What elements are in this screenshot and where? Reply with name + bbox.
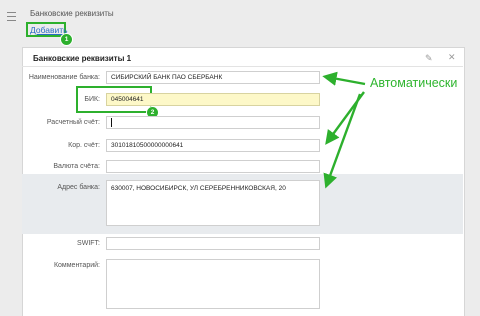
currency-field[interactable] bbox=[106, 160, 320, 173]
bik-label: БИК: bbox=[84, 96, 100, 103]
swift-field[interactable] bbox=[106, 237, 320, 250]
account-label: Расчетный счёт: bbox=[46, 119, 100, 126]
auto-fill-callout: Автоматически bbox=[370, 76, 458, 90]
pencil-icon[interactable]: ✎ bbox=[425, 53, 433, 64]
card-title: Банковские реквизиты 1 bbox=[33, 54, 132, 63]
bank-name-field[interactable]: СИБИРСКИЙ БАНК ПАО СБЕРБАНК bbox=[106, 71, 320, 84]
close-icon[interactable]: ✕ bbox=[448, 52, 456, 63]
corr-account-label: Кор. счёт: bbox=[68, 142, 100, 149]
hamburger-icon[interactable] bbox=[7, 12, 16, 21]
bank-address-field[interactable]: 630007, НОВОСИБИРСК, УЛ СЕРЕБРЕННИКОВСКА… bbox=[106, 180, 320, 226]
bik-field[interactable]: 045004641 bbox=[106, 93, 320, 106]
bank-name-label: Наименование банка: bbox=[28, 74, 100, 81]
bank-address-label: Адрес банка: bbox=[57, 184, 100, 191]
section-title: Банковские реквизиты bbox=[30, 9, 114, 18]
account-field[interactable] bbox=[106, 116, 320, 129]
step-badge-1: 1 bbox=[60, 33, 73, 46]
card-divider bbox=[22, 66, 463, 67]
corr-account-field[interactable]: 30101810500000000641 bbox=[106, 139, 320, 152]
swift-label: SWIFT: bbox=[77, 240, 100, 247]
comment-label: Комментарий: bbox=[53, 262, 100, 269]
comment-field[interactable] bbox=[106, 259, 320, 309]
text-caret bbox=[111, 117, 112, 127]
currency-label: Валюта счёта: bbox=[53, 163, 100, 170]
